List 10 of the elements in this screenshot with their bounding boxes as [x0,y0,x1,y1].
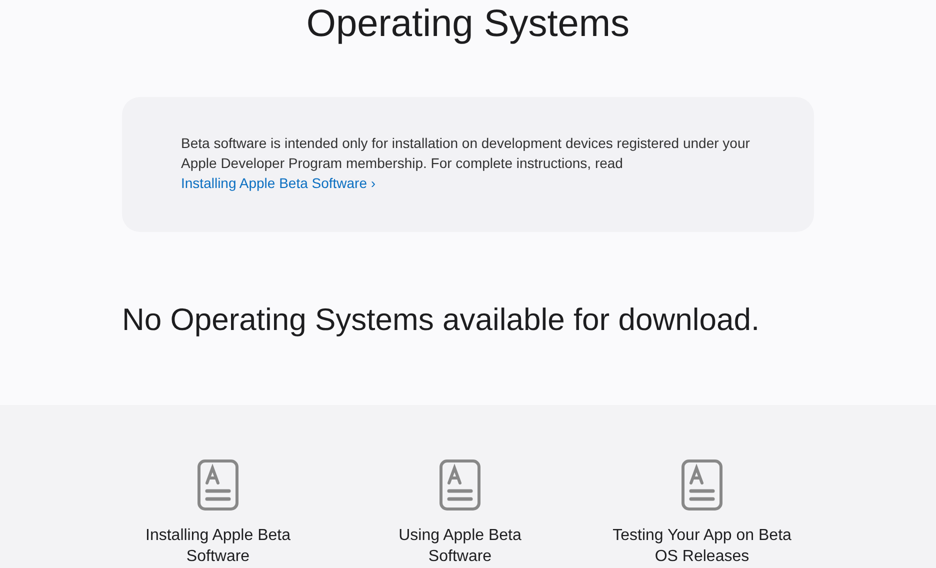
document-icon[interactable] [681,459,723,511]
resource-link[interactable]: Installing Apple Beta Software [128,525,308,567]
resource-link[interactable]: Testing Your App on Beta OS Releases [612,525,792,567]
resource-link[interactable]: Using Apple Beta Software [370,525,550,567]
page-title: Operating Systems [305,2,631,47]
install-link[interactable]: Installing Apple Beta Software › [181,175,376,191]
document-icon[interactable] [439,459,481,511]
empty-message: No Operating Systems available for download. [122,301,761,339]
document-icon[interactable] [197,459,239,511]
notice-text: Beta software is intended only for installation on development devices registered under your Apple Developer Program membership. For complete instructions, read Installing Apple Beta Software › [181,134,751,193]
